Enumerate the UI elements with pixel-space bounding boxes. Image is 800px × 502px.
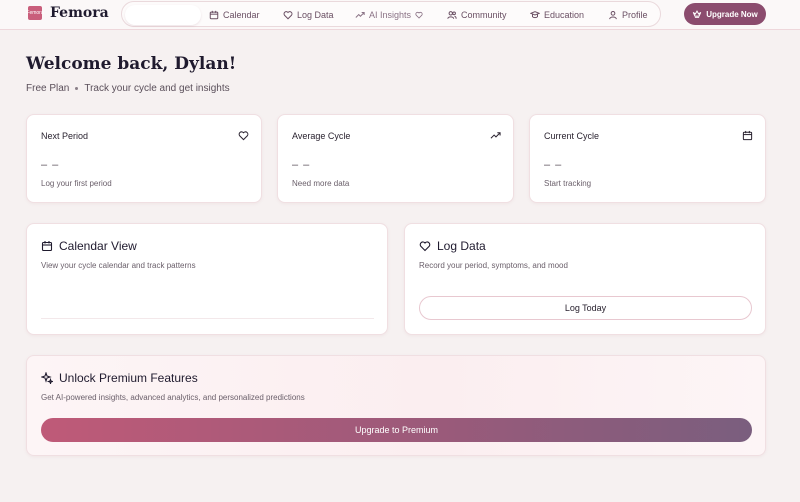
card-description: Get AI-powered insights, advanced analyt… xyxy=(41,393,305,402)
nav-home-pill[interactable] xyxy=(125,5,201,25)
book-icon xyxy=(530,11,540,19)
trending-up-icon xyxy=(490,132,501,139)
separator-dot xyxy=(75,87,79,90)
log-today-button[interactable]: Log Today xyxy=(419,296,752,320)
stat-subtext: Need more data xyxy=(292,179,350,188)
card-title-text: Unlock Premium Features xyxy=(59,371,198,385)
stat-subtext: Log your first period xyxy=(41,179,112,188)
stat-value: – – xyxy=(41,159,60,171)
small-heart-icon xyxy=(415,11,423,19)
log-data-card: Log Data Record your period, symptoms, a… xyxy=(404,223,766,335)
nav-label: Calendar xyxy=(223,10,260,20)
calendar-view-card[interactable]: Calendar View View your cycle calendar a… xyxy=(26,223,388,335)
welcome-subtitle: Free Plan Track your cycle and get insig… xyxy=(26,83,230,94)
card-description: View your cycle calendar and track patte… xyxy=(41,261,196,270)
stat-card-average-cycle: Average Cycle – – Need more data xyxy=(277,114,514,203)
tagline: Track your cycle and get insights xyxy=(84,83,230,94)
users-icon xyxy=(447,11,457,19)
stat-subtext: Start tracking xyxy=(544,179,592,188)
nav-label: AI Insights xyxy=(369,10,412,20)
stat-value: – – xyxy=(544,159,563,171)
logo-icon[interactable]: Femora xyxy=(26,6,44,20)
heart-icon xyxy=(238,131,249,141)
top-header: Femora Femora Calendar Log Data AI Insig… xyxy=(0,0,800,30)
crown-icon xyxy=(693,10,702,18)
upgrade-now-button[interactable]: Upgrade Now xyxy=(684,3,766,25)
calendar-icon xyxy=(41,241,53,252)
nav-label: Community xyxy=(461,10,507,20)
stat-title: Next Period xyxy=(41,131,89,141)
sparkles-icon xyxy=(41,372,53,384)
nav-label: Log Data xyxy=(297,10,334,20)
calendar-icon xyxy=(209,10,219,20)
trending-up-icon xyxy=(355,12,365,18)
premium-features-card: Unlock Premium Features Get AI-powered i… xyxy=(26,355,766,456)
card-title: Log Data xyxy=(419,239,486,253)
divider xyxy=(41,318,374,319)
card-title-text: Calendar View xyxy=(59,239,137,253)
nav-item-calendar[interactable]: Calendar xyxy=(209,8,260,22)
heart-icon xyxy=(419,241,431,252)
card-title: Unlock Premium Features xyxy=(41,371,198,385)
stat-value: – – xyxy=(292,159,311,171)
nav-item-profile[interactable]: Profile xyxy=(608,8,648,22)
page-title: Welcome back, Dylan! xyxy=(26,54,237,74)
card-description: Record your period, symptoms, and mood xyxy=(419,261,568,270)
nav-item-log-data[interactable]: Log Data xyxy=(283,8,334,22)
main-nav: Calendar Log Data AI Insights Community … xyxy=(121,1,661,27)
stat-card-current-cycle: Current Cycle – – Start tracking xyxy=(529,114,766,203)
stat-card-next-period: Next Period – – Log your first period xyxy=(26,114,262,203)
nav-item-community[interactable]: Community xyxy=(447,8,507,22)
stat-title: Average Cycle xyxy=(292,131,351,141)
nav-label: Education xyxy=(544,10,585,20)
nav-label: Profile xyxy=(622,10,648,20)
plan-label: Free Plan xyxy=(26,83,70,94)
nav-item-education[interactable]: Education xyxy=(530,8,584,22)
user-icon xyxy=(609,10,617,20)
brand-name[interactable]: Femora xyxy=(50,5,109,21)
nav-item-ai-insights[interactable]: AI Insights xyxy=(355,8,423,22)
card-title-text: Log Data xyxy=(437,239,486,253)
upgrade-to-premium-button[interactable]: Upgrade to Premium xyxy=(41,418,752,442)
stat-title: Current Cycle xyxy=(544,131,600,141)
heart-icon xyxy=(283,11,293,20)
card-title: Calendar View xyxy=(41,239,137,253)
upgrade-label: Upgrade Now xyxy=(706,9,758,19)
calendar-icon xyxy=(742,130,753,141)
